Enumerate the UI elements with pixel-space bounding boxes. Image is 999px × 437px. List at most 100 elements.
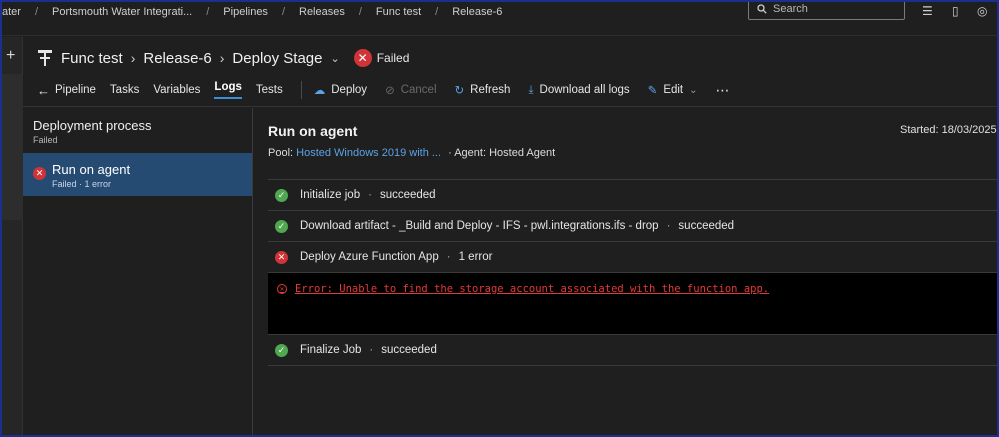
- tab-logs[interactable]: Logs: [214, 81, 241, 99]
- release-pipeline-icon: [38, 50, 52, 66]
- job-status: succeeded: [379, 189, 436, 201]
- refresh-label: Refresh: [470, 84, 511, 96]
- clipboard-icon[interactable]: ▯: [952, 4, 959, 18]
- agent-job-title: Run on agent: [268, 123, 358, 139]
- failed-icon: ✕: [275, 250, 288, 264]
- toolbar: ← Pipeline Tasks Variables Logs Tests ☁ …: [37, 79, 749, 101]
- cancel-icon: ⊘: [385, 85, 395, 97]
- deploy-label: Deploy: [331, 84, 368, 96]
- breadcrumb-func-test[interactable]: Func test: [376, 6, 421, 18]
- started-timestamp: Started: 18/03/2025,: [900, 124, 999, 136]
- tab-pipeline[interactable]: ← Pipeline: [37, 83, 96, 98]
- separator-dot: ·: [369, 344, 374, 356]
- search-input[interactable]: Search: [748, 0, 905, 20]
- title-stage[interactable]: Deploy Stage: [232, 50, 322, 67]
- success-icon: ✓: [275, 188, 288, 202]
- tab-logs-label: Logs: [214, 81, 242, 93]
- job-status: 1 error: [458, 251, 493, 263]
- release-header: Func test › Release-6 › Deploy Stage ⌄ ✕…: [23, 37, 997, 107]
- deployment-process-status: Failed: [33, 135, 58, 145]
- job-name: Deploy Azure Function App: [300, 251, 439, 263]
- breadcrumb-release[interactable]: Release-6: [452, 6, 502, 18]
- tab-variables[interactable]: Variables: [153, 84, 200, 96]
- refresh-icon: ↻: [454, 85, 465, 97]
- breadcrumb-separator: /: [435, 5, 439, 18]
- log-panel: Run on agent Started: 18/03/2025, Pool: …: [254, 108, 999, 435]
- success-icon: ✓: [275, 219, 288, 233]
- refresh-button[interactable]: ↻ Refresh: [455, 83, 511, 97]
- deployment-process-title[interactable]: Deployment process: [33, 118, 152, 133]
- page-title: Func test › Release-6 › Deploy Stage ⌄ ✕…: [37, 46, 409, 70]
- error-text: Error: Unable to find the storage accoun…: [295, 283, 770, 295]
- list-item[interactable]: ✕ Deploy Azure Function App · 1 error: [268, 242, 997, 273]
- back-arrow-icon: ←: [37, 82, 50, 98]
- sidebar-item-run-on-agent[interactable]: ✕ Run on agent Failed · 1 error: [23, 153, 252, 196]
- job-status: succeeded: [678, 220, 735, 232]
- breadcrumb-separator: /: [281, 5, 285, 18]
- job-name: Initialize job: [300, 189, 361, 201]
- cancel-label: Cancel: [400, 84, 437, 96]
- list-item[interactable]: ✓ Download artifact - _Build and Deploy …: [268, 211, 997, 242]
- top-bar: ater / Portsmouth Water Integrati... / P…: [2, 0, 997, 36]
- job-name: Finalize Job: [300, 344, 362, 356]
- error-console: ✕ Error: Unable to find the storage acco…: [268, 273, 997, 335]
- list-item[interactable]: ✓ Finalize Job · succeeded: [268, 335, 997, 366]
- breadcrumb-org[interactable]: ater: [2, 6, 21, 18]
- pool-link[interactable]: Hosted Windows 2019 with ...: [296, 147, 441, 159]
- pool-label: Pool:: [268, 147, 294, 159]
- tab-tests[interactable]: Tests: [256, 84, 283, 96]
- list-item[interactable]: ✓ Initialize job · succeeded: [268, 180, 997, 211]
- failed-icon: ✕: [33, 167, 46, 180]
- more-options-icon[interactable]: ⋯: [716, 82, 731, 99]
- title-pipeline[interactable]: Func test: [61, 50, 123, 67]
- separator-dot: ·: [368, 189, 372, 201]
- breadcrumb: ater / Portsmouth Water Integrati... / P…: [2, 0, 502, 28]
- tab-tasks[interactable]: Tasks: [110, 84, 139, 96]
- download-icon: ⤓: [528, 83, 534, 96]
- job-list: ✓ Initialize job · succeeded ✓ Download …: [268, 179, 997, 366]
- deployment-sidebar: Deployment process Failed ✕ Run on agent…: [23, 108, 253, 435]
- separator-dot: ·: [666, 220, 671, 232]
- chevron-down-icon: ⌄: [689, 84, 698, 96]
- breadcrumb-project[interactable]: Portsmouth Water Integrati...: [52, 6, 192, 18]
- breadcrumb-pipelines[interactable]: Pipelines: [223, 6, 268, 18]
- success-icon: ✓: [275, 343, 288, 357]
- list-icon[interactable]: ☰: [922, 4, 933, 18]
- agent-info: · Agent: Hosted Agent: [448, 147, 556, 159]
- cancel-button[interactable]: ⊘ Cancel: [385, 83, 436, 97]
- plus-icon[interactable]: +: [6, 47, 15, 65]
- chevron-right-icon: ›: [219, 50, 225, 66]
- deploy-button[interactable]: ☁ Deploy: [314, 83, 367, 97]
- failed-icon: ✕: [353, 49, 372, 67]
- error-icon: ✕: [277, 284, 287, 294]
- tab-pipeline-label: Pipeline: [55, 84, 96, 96]
- breadcrumb-releases[interactable]: Releases: [299, 6, 345, 18]
- chevron-right-icon: ›: [130, 50, 136, 66]
- breadcrumb-separator: /: [34, 5, 39, 18]
- download-label: Download all logs: [539, 84, 630, 96]
- job-status: succeeded: [381, 344, 437, 356]
- chevron-down-icon[interactable]: ⌄: [330, 52, 339, 65]
- stage-name: Run on agent: [52, 162, 131, 177]
- separator-dot: ·: [446, 251, 451, 263]
- stage-status: Failed · 1 error: [52, 179, 112, 189]
- download-all-logs-button[interactable]: ⤓ Download all logs: [528, 84, 629, 97]
- breadcrumb-separator: /: [358, 5, 362, 18]
- pool-info: Pool: Hosted Windows 2019 with ... · Age…: [268, 147, 555, 159]
- job-name: Download artifact - _Build and Deploy - …: [300, 220, 659, 232]
- title-release[interactable]: Release-6: [143, 50, 211, 67]
- left-rail: +: [2, 37, 23, 435]
- help-icon[interactable]: ◎: [977, 4, 987, 18]
- toolbar-divider: [300, 81, 302, 99]
- status-badge: ✕ Failed: [353, 49, 410, 67]
- breadcrumb-separator: /: [206, 5, 210, 18]
- status-text: Failed: [376, 51, 410, 65]
- pencil-icon: ✎: [647, 85, 658, 97]
- search-placeholder: Search: [773, 3, 808, 15]
- edit-button[interactable]: ✎ Edit ⌄: [648, 83, 698, 97]
- error-message[interactable]: ✕ Error: Unable to find the storage acco…: [277, 283, 769, 295]
- search-icon: [757, 4, 767, 14]
- rail-highlight: [2, 74, 23, 220]
- edit-label: Edit: [663, 84, 684, 96]
- cloud-icon: ☁: [313, 85, 326, 97]
